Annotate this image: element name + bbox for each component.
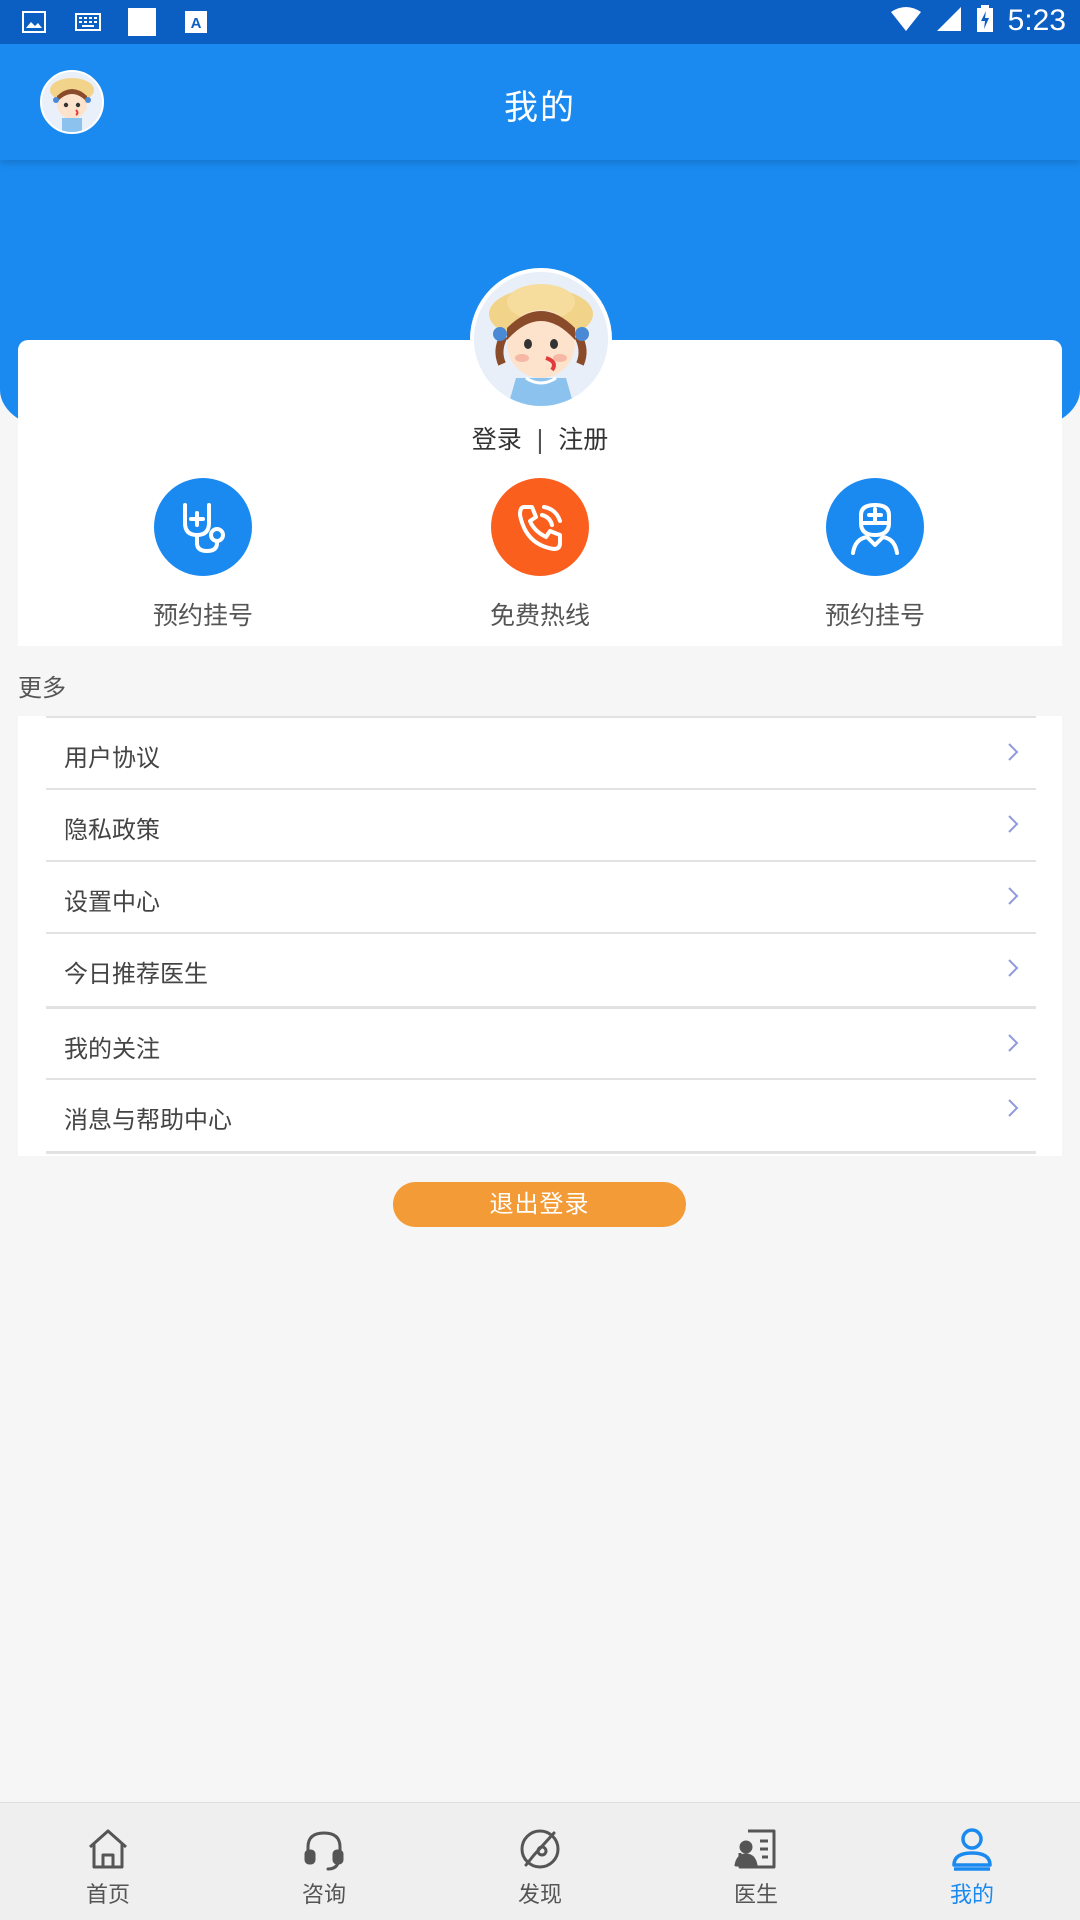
nav-consult[interactable]: 咨询 [216,1803,432,1920]
chevron-right-icon [1008,815,1019,833]
svg-text:A: A [191,15,202,32]
chevron-right-icon [1008,959,1019,977]
quick-action-hotline[interactable]: 免费热线 [440,478,640,632]
title-bar: 我的 [0,44,1080,160]
status-time: 5:23 [1007,4,1066,37]
phone-call-icon [491,478,589,576]
menu-item-recommended-doctors[interactable]: 今日推荐医生 [46,932,1036,1004]
quick-action-appointment[interactable]: 预约挂号 [103,478,303,632]
chevron-right-icon [1008,1099,1019,1117]
quick-action-label: 预约挂号 [824,601,925,630]
logout-button[interactable]: 退出登录 [393,1182,686,1227]
bottom-navigation: 首页 咨询 发现 医生 我的 [0,1802,1080,1920]
quick-action-label: 预约挂号 [152,601,253,630]
chevron-right-icon [1008,743,1019,761]
doctor-card-icon [734,1829,776,1869]
more-menu: 用户协议 隐私政策 设置中心 今日推荐医生 我的关注 消息与帮助中心 [18,716,1062,1156]
menu-item-label: 消息与帮助中心 [64,1106,232,1134]
nav-home[interactable]: 首页 [0,1803,216,1920]
menu-item-settings[interactable]: 设置中心 [46,860,1036,932]
nav-label: 首页 [85,1883,130,1908]
menu-item-label: 设置中心 [64,888,160,916]
login-separator: | [535,425,545,454]
compass-icon [520,1829,560,1869]
chevron-right-icon [1008,1034,1019,1052]
more-section-label: 更多 [18,674,66,702]
chevron-right-icon [1008,887,1019,905]
nav-label: 发现 [517,1883,562,1908]
login-register-row: 登录 | 注册 [0,420,1080,456]
nav-doctors[interactable]: 医生 [648,1803,864,1920]
doctor-icon [826,478,924,576]
menu-item-user-agreement[interactable]: 用户协议 [46,716,1036,788]
menu-item-label: 用户协议 [64,744,160,772]
stethoscope-icon [154,478,252,576]
nav-label: 我的 [949,1883,994,1908]
profile-avatar[interactable] [470,268,612,410]
menu-item-label: 今日推荐医生 [64,960,208,988]
menu-divider [46,1151,1036,1154]
blank-square-icon [128,8,156,36]
page-title: 我的 [504,88,576,128]
menu-item-my-follows[interactable]: 我的关注 [46,1006,1036,1078]
cell-signal-icon [936,6,962,36]
nav-mine[interactable]: 我的 [864,1803,1080,1920]
headset-icon [304,1831,344,1871]
status-right-icons: 5:23 [890,4,1066,38]
status-left-icons: A [20,8,210,36]
status-bar: A 5:23 [0,0,1080,44]
menu-item-label: 我的关注 [64,1035,160,1063]
register-link[interactable]: 注册 [558,420,608,456]
login-link[interactable]: 登录 [472,420,522,456]
nav-label: 咨询 [301,1883,346,1908]
menu-item-messages-help[interactable]: 消息与帮助中心 [46,1078,1036,1150]
user-icon [952,1828,992,1871]
quick-action-label: 免费热线 [489,601,590,630]
wifi-icon [890,6,922,36]
font-a-icon: A [182,8,210,36]
nav-discover[interactable]: 发现 [432,1803,648,1920]
menu-item-label: 隐私政策 [64,816,160,844]
quick-action-doctor-appointment[interactable]: 预约挂号 [775,478,975,632]
home-icon [89,1829,127,1869]
battery-charging-icon [976,5,994,37]
menu-item-privacy-policy[interactable]: 隐私政策 [46,788,1036,860]
nav-label: 医生 [733,1883,778,1908]
image-icon [20,8,48,36]
keyboard-icon [74,8,102,36]
